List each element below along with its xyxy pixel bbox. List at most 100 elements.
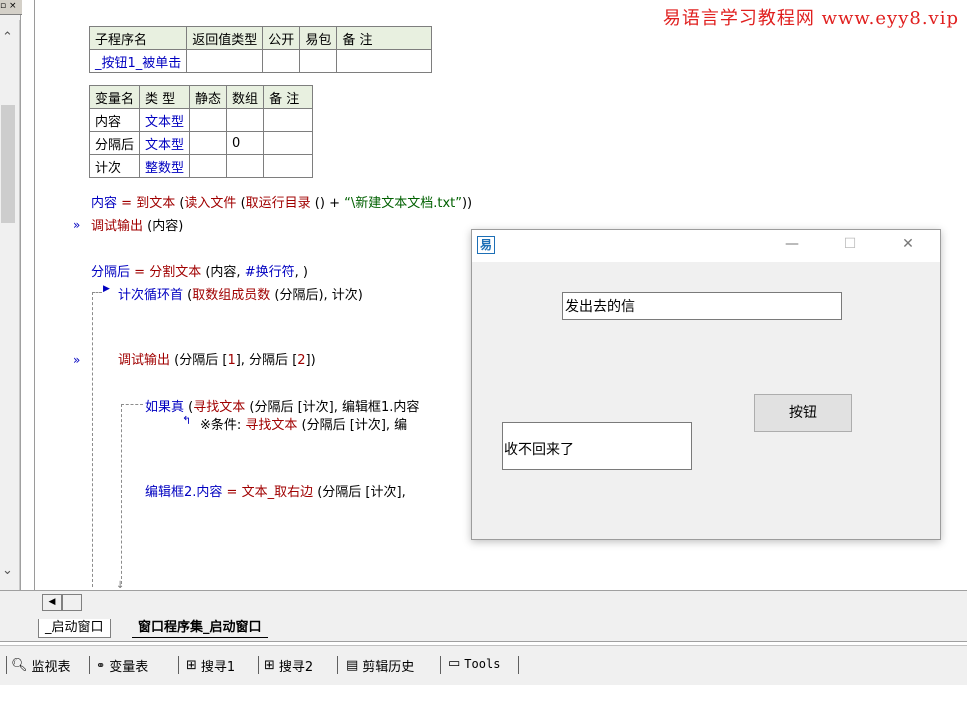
scroll-left-icon[interactable]: ◀ bbox=[42, 594, 62, 611]
code-string: “\新建文本文档.txt” bbox=[344, 196, 462, 211]
if-guide-line bbox=[121, 404, 122, 584]
code-variable: 内容 bbox=[91, 196, 118, 211]
var-array-cell[interactable] bbox=[226, 108, 265, 132]
window-titlebar[interactable] bbox=[472, 230, 940, 262]
subroutine-public-cell[interactable] bbox=[262, 49, 301, 73]
status-bar bbox=[0, 685, 967, 720]
breakpoint-marker-icon[interactable]: » bbox=[73, 353, 80, 367]
code-line-5[interactable]: 调试输出 (分隔后 [1], 分隔后 [2]) bbox=[118, 349, 316, 368]
loop-arrow-icon: ▶ bbox=[103, 284, 110, 294]
table-row[interactable]: 内容 文本型 bbox=[88, 108, 314, 132]
maximize-icon[interactable]: ☐ bbox=[840, 236, 860, 252]
code-keyword: 计次循环首 bbox=[118, 288, 184, 303]
code-function: 寻找文本 bbox=[245, 418, 298, 433]
code-text: ], 分隔后 [ bbox=[235, 353, 298, 368]
code-number: 1 bbox=[227, 353, 236, 368]
table-row[interactable]: 计次 整数型 bbox=[88, 154, 314, 178]
toolbar-label: 监视表 bbox=[31, 660, 71, 675]
code-line-3[interactable]: 分隔后 = 分割文本 (内容, #换行符, ) bbox=[91, 261, 308, 280]
subroutine-note-cell[interactable] bbox=[336, 49, 433, 73]
edit-box-2[interactable]: 收不回来了 bbox=[502, 422, 692, 470]
code-text: ( bbox=[184, 400, 194, 415]
loop-guide-line bbox=[92, 292, 93, 587]
code-line-8[interactable]: 编辑框2.内容 = 文本_取右边 (分隔后 [计次], bbox=[145, 481, 406, 500]
program-window[interactable]: 易 — ☐ ✕ 发出去的信 按钮 收不回来了 bbox=[471, 229, 941, 540]
scroll-down-icon[interactable]: ⌄ bbox=[2, 563, 13, 578]
toolbar-label: 剪辑历史 bbox=[362, 660, 415, 675]
code-comment: ※条件: bbox=[200, 418, 246, 433]
code-function: 取运行目录 bbox=[245, 196, 311, 211]
breakpoint-marker-icon[interactable]: » bbox=[73, 218, 80, 232]
var-note-cell[interactable] bbox=[263, 108, 314, 132]
code-number: 2 bbox=[297, 353, 306, 368]
toolbar-tools[interactable]: ▭ Tools bbox=[448, 656, 500, 671]
var-static-cell[interactable] bbox=[189, 131, 228, 155]
var-note-cell[interactable] bbox=[263, 154, 314, 178]
toolbar-search1[interactable]: ⊞ 搜寻1 bbox=[186, 656, 235, 675]
code-line-6[interactable]: 如果真 (寻找文本 (分隔后 [计次], 编辑框1.内容 bbox=[145, 396, 419, 415]
subroutine-return-cell[interactable] bbox=[186, 49, 264, 73]
table-row[interactable]: 分隔后 文本型 0 bbox=[88, 131, 314, 155]
toolbar-separator bbox=[337, 656, 338, 674]
code-operator: = bbox=[117, 196, 137, 211]
loop-connector bbox=[92, 292, 102, 293]
subroutine-package-cell[interactable] bbox=[299, 49, 338, 73]
minimize-icon[interactable]: — bbox=[782, 236, 802, 252]
var-name-cell[interactable]: 内容 bbox=[88, 108, 141, 132]
var-header-note: 备 注 bbox=[263, 85, 314, 109]
code-variable: 编辑框2.内容 bbox=[145, 485, 223, 500]
var-type-cell[interactable]: 文本型 bbox=[139, 131, 191, 155]
code-text: (分隔后), 计次) bbox=[270, 288, 363, 303]
var-name-cell[interactable]: 分隔后 bbox=[88, 131, 141, 155]
tab-startup-window[interactable]: _启动窗口 bbox=[38, 619, 111, 638]
action-button[interactable]: 按钮 bbox=[754, 394, 852, 432]
toolbar-variable-table[interactable]: ⚭ 变量表 bbox=[96, 656, 148, 675]
toolbar-clip-history[interactable]: ▤ 剪辑历史 bbox=[346, 656, 414, 675]
var-type-cell[interactable]: 文本型 bbox=[139, 108, 191, 132]
toolbar-label: 变量表 bbox=[109, 660, 149, 675]
var-note-cell[interactable] bbox=[263, 131, 314, 155]
code-text: ( bbox=[236, 196, 246, 211]
close-icon[interactable]: ✕ bbox=[898, 236, 918, 252]
var-array-cell[interactable]: 0 bbox=[226, 131, 265, 155]
toolbar-label: 搜寻1 bbox=[200, 660, 236, 675]
toolbar-separator bbox=[178, 656, 179, 674]
code-line-2[interactable]: 调试输出 (内容) bbox=[91, 215, 183, 234]
code-text: )) bbox=[461, 196, 473, 211]
code-line-4[interactable]: 计次循环首 (取数组成员数 (分隔后), 计次) bbox=[118, 284, 363, 303]
scroll-up-icon[interactable]: ⌃ bbox=[2, 30, 13, 45]
left-panel-window-buttons[interactable]: ▫ × bbox=[0, 0, 22, 15]
code-operator: = bbox=[130, 265, 150, 280]
edit-box-1[interactable]: 发出去的信 bbox=[562, 292, 842, 320]
code-text: (分隔后 [计次], 编辑框1.内容 bbox=[245, 400, 420, 415]
tab-window-assembly[interactable]: 窗口程序集_启动窗口 bbox=[132, 619, 268, 638]
subroutine-name-cell[interactable]: _按钮1_被单击 bbox=[88, 49, 188, 73]
var-static-cell[interactable] bbox=[189, 108, 228, 132]
horizontal-scrollbar[interactable] bbox=[0, 590, 967, 613]
code-text: (内容) bbox=[143, 219, 184, 234]
var-static-cell[interactable] bbox=[189, 154, 228, 178]
left-scrollbar-thumb[interactable] bbox=[1, 105, 15, 223]
code-operator: = bbox=[222, 485, 242, 500]
code-text: (内容, bbox=[201, 265, 245, 280]
subroutine-header-name: 子程序名 bbox=[88, 26, 188, 50]
var-array-cell[interactable] bbox=[226, 154, 265, 178]
code-text: , ) bbox=[294, 265, 308, 280]
code-function: 取数组成员数 bbox=[192, 288, 271, 303]
code-line-7[interactable]: ※条件: 寻找文本 (分隔后 [计次], 编 bbox=[200, 414, 407, 433]
var-name-cell[interactable]: 计次 bbox=[88, 154, 141, 178]
var-header-name: 变量名 bbox=[88, 85, 141, 109]
var-type-cell[interactable]: 整数型 bbox=[139, 154, 191, 178]
subroutine-header-package: 易包 bbox=[299, 26, 338, 50]
window-icon: ▭ bbox=[448, 656, 461, 671]
toolbar-watch-table[interactable]: 🔍︎ 监视表 bbox=[11, 656, 71, 675]
toolbar-separator bbox=[518, 656, 519, 674]
condition-arrow-icon: ↰ bbox=[182, 414, 192, 427]
var-header-type: 类 型 bbox=[139, 85, 191, 109]
code-text: () + bbox=[310, 196, 345, 211]
code-line-1[interactable]: 内容 = 到文本 (读入文件 (取运行目录 () + “\新建文本文档.txt”… bbox=[91, 192, 472, 211]
var-header-array: 数组 bbox=[226, 85, 265, 109]
scroll-track-segment[interactable] bbox=[62, 594, 82, 611]
toolbar-search2[interactable]: ⊞ 搜寻2 bbox=[264, 656, 313, 675]
search-window-icon: ⊞ bbox=[186, 658, 197, 673]
